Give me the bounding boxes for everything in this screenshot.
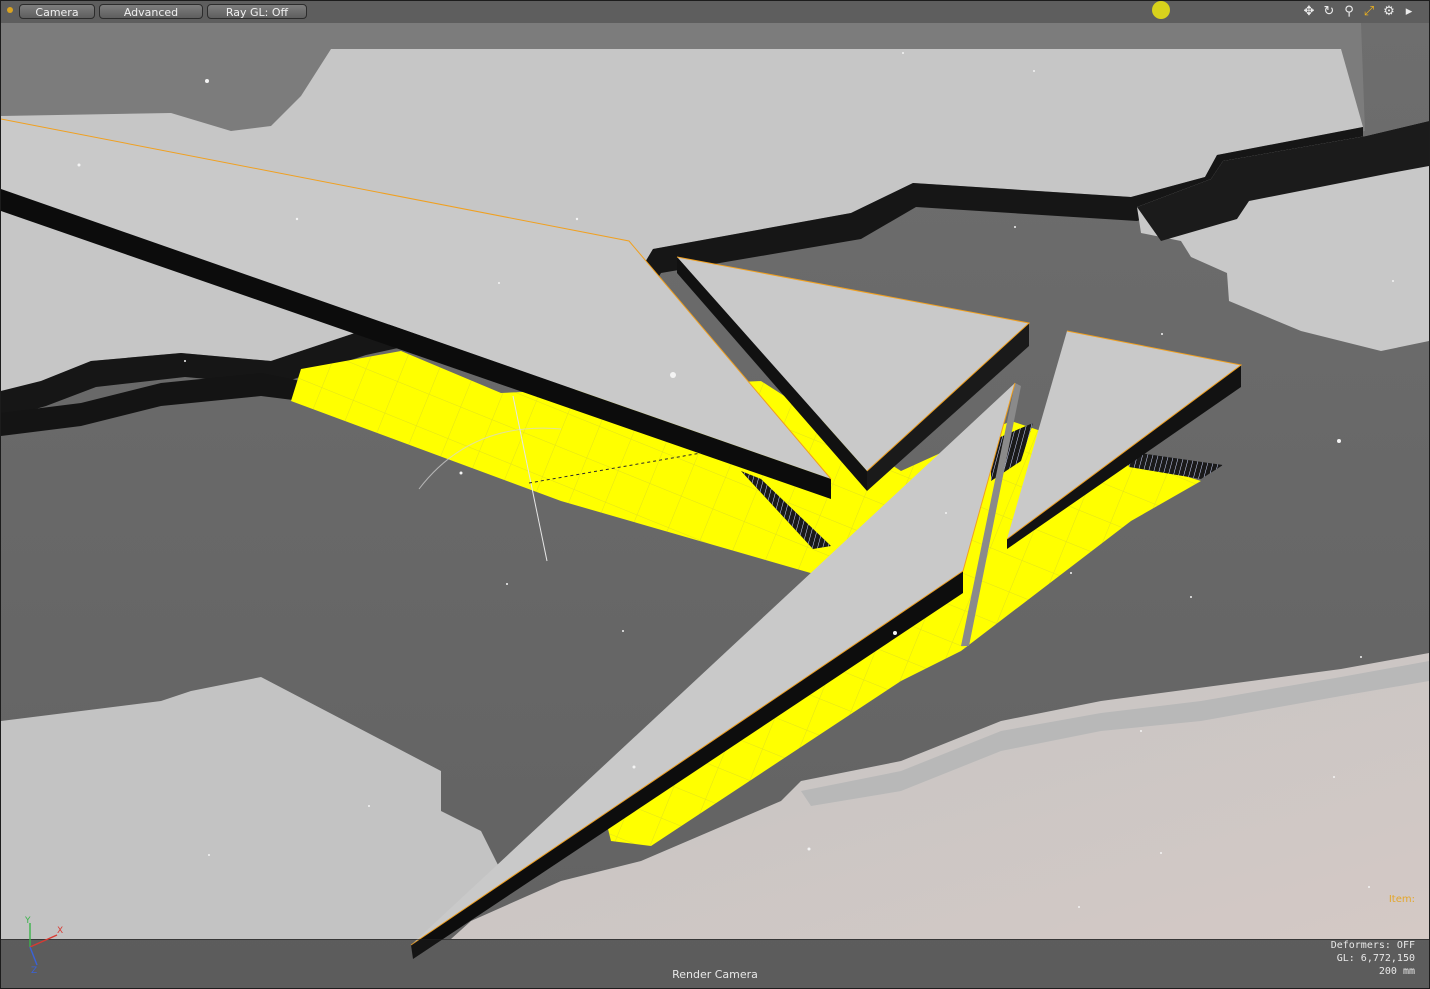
deformers-status: Deformers: OFF: [1330, 940, 1415, 951]
viewport-status-strip: [1, 939, 1429, 988]
zoom-view-icon[interactable]: ⚲: [1341, 4, 1357, 20]
gl-polygon-count: GL: 6,772,150: [1336, 953, 1415, 964]
fit-view-icon[interactable]: ⤢: [1361, 4, 1377, 20]
viewport-stats: Deformers: OFF GL: 6,772,150 200 mm: [1331, 939, 1415, 978]
move-view-icon[interactable]: ✥: [1301, 4, 1317, 20]
axis-orientation-gizmo: Y X Z: [24, 916, 63, 975]
x-axis-line: [29, 934, 58, 948]
advanced-shading-button[interactable]: Advanced: [99, 4, 203, 19]
rotate-view-icon[interactable]: ↻: [1321, 4, 1337, 20]
y-axis-label: Y: [24, 916, 31, 926]
active-camera-label: Render Camera: [672, 968, 758, 981]
x-axis-label: X: [57, 926, 63, 936]
ray-gl-toggle-button[interactable]: Ray GL: Off: [207, 4, 307, 19]
viewport-navigation-icons: ✥ ↻ ⚲ ⤢ ⚙ ▸: [1301, 4, 1417, 20]
viewport-scene[interactable]: [1, 1, 1429, 988]
selected-item-name: Item:: [1388, 894, 1415, 905]
3d-viewport[interactable]: Camera Advanced Ray GL: Off ✥ ↻ ⚲ ⤢ ⚙ ▸ …: [0, 0, 1430, 989]
z-axis-line: [29, 946, 38, 966]
viewport-toolbar: Camera Advanced Ray GL: Off ✥ ↻ ⚲ ⤢ ⚙ ▸: [1, 1, 1429, 23]
camera-dropdown-button[interactable]: Camera: [19, 4, 95, 19]
grid-size-readout: 200 mm: [1378, 966, 1415, 977]
z-axis-label: Z: [31, 966, 37, 975]
light-source-icon[interactable]: [1152, 1, 1170, 19]
expand-arrow-icon[interactable]: ▸: [1401, 4, 1417, 20]
viewport-settings-gear-icon[interactable]: ⚙: [1381, 4, 1397, 20]
viewport-menu-dot-icon[interactable]: [7, 7, 13, 13]
